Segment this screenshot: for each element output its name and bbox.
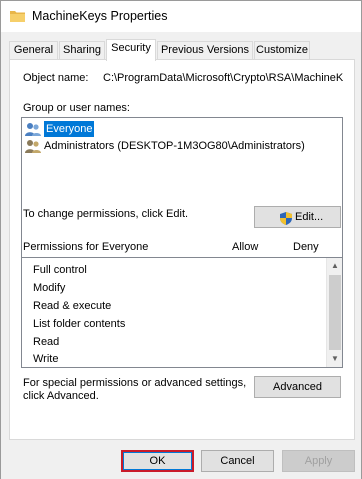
permission-row: List folder contents xyxy=(33,318,126,330)
list-item-everyone[interactable]: Everyone xyxy=(24,121,340,138)
tab-general[interactable]: General xyxy=(9,41,58,60)
allow-column-header: Allow xyxy=(232,241,259,253)
change-permissions-text: To change permissions, click Edit. xyxy=(23,208,189,220)
scroll-thumb[interactable] xyxy=(329,275,341,350)
tab-previous-versions[interactable]: Previous Versions xyxy=(157,41,253,60)
users-icon xyxy=(25,123,41,136)
list-item-label: Administrators (DESKTOP-1M3OG80\Administ… xyxy=(44,140,305,152)
scroll-up-icon[interactable]: ▲ xyxy=(327,258,343,274)
folder-icon xyxy=(10,11,25,22)
edit-button[interactable]: Edit... xyxy=(254,206,341,228)
tab-customize[interactable]: Customize xyxy=(254,41,310,60)
ok-button[interactable]: OK xyxy=(121,450,194,472)
security-panel: Object name: C:\ProgramData\Microsoft\Cr… xyxy=(9,59,355,440)
object-name-value: C:\ProgramData\Microsoft\Crypto\RSA\Mach… xyxy=(103,72,344,84)
properties-dialog: MachineKeys Properties General Sharing S… xyxy=(0,0,362,479)
advanced-text-line2: click Advanced. xyxy=(23,390,99,402)
permissions-scrollbar[interactable]: ▲ ▼ xyxy=(326,258,342,367)
groups-label: Group or user names: xyxy=(23,102,130,114)
permission-row: Read & execute xyxy=(33,300,112,312)
admins-icon xyxy=(25,140,41,153)
edit-button-label: Edit... xyxy=(295,211,324,223)
list-item-administrators[interactable]: Administrators (DESKTOP-1M3OG80\Administ… xyxy=(24,138,340,155)
scroll-down-icon[interactable]: ▼ xyxy=(327,351,343,367)
tab-security[interactable]: Security xyxy=(106,39,156,61)
permission-row: Read xyxy=(33,336,60,348)
advanced-text-line1: For special permissions or advanced sett… xyxy=(23,377,247,389)
cancel-button[interactable]: Cancel xyxy=(201,450,274,472)
advanced-button[interactable]: Advanced xyxy=(254,376,341,398)
dialog-footer: OK Cancel Apply xyxy=(1,442,361,479)
deny-column-header: Deny xyxy=(293,241,319,253)
list-item-label: Everyone xyxy=(44,121,95,137)
shield-icon xyxy=(280,212,292,225)
permission-row: Modify xyxy=(33,282,66,294)
window-title: MachineKeys Properties xyxy=(32,9,168,23)
permission-row: Write xyxy=(33,353,59,365)
tab-sharing[interactable]: Sharing xyxy=(59,41,105,60)
permissions-for-label: Permissions for Everyone xyxy=(23,241,149,253)
title-bar[interactable]: MachineKeys Properties xyxy=(1,1,361,32)
permission-row: Full control xyxy=(33,264,87,276)
object-name-label: Object name: xyxy=(23,72,89,84)
group-user-list[interactable]: Everyone Administrators (DESKTOP-1M3OG80… xyxy=(21,117,343,259)
permissions-list[interactable]: Full control Modify Read & execute List … xyxy=(21,257,343,368)
apply-button[interactable]: Apply xyxy=(282,450,355,472)
